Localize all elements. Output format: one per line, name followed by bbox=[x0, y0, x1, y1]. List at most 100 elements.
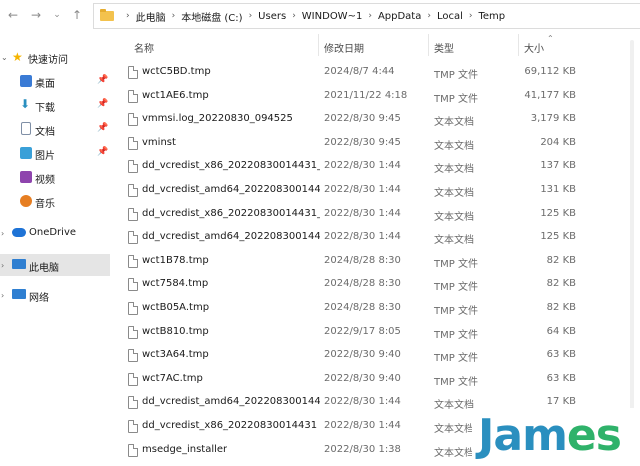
video-icon bbox=[20, 171, 32, 183]
file-name: dd_vcredist_amd64_20220830014437... bbox=[142, 231, 320, 243]
file-date: 2022/8/30 9:40 bbox=[324, 372, 401, 384]
table-row[interactable]: wct7584.tmp 2024/8/28 8:30 TMP 文件 82 KB bbox=[118, 273, 588, 297]
sidebar-item-videos[interactable]: 视频 bbox=[0, 166, 110, 188]
sidebar-item-quick-access[interactable]: ⌄ ★ 快速访问 bbox=[0, 46, 110, 68]
file-date: 2022/9/17 8:05 bbox=[324, 325, 401, 337]
column-header-name[interactable]: 名称 bbox=[134, 40, 154, 55]
vertical-scrollbar[interactable] bbox=[630, 40, 634, 420]
table-row[interactable]: wctC5BD.tmp 2024/8/7 4:44 TMP 文件 69,112 … bbox=[118, 61, 588, 85]
chevron-right-icon[interactable]: › bbox=[172, 11, 176, 21]
file-name: wctB810.tmp bbox=[142, 325, 209, 337]
chevron-right-icon[interactable]: › bbox=[126, 11, 130, 21]
file-date: 2022/8/30 1:44 bbox=[324, 184, 401, 195]
chevron-right-icon[interactable]: › bbox=[368, 11, 372, 21]
file-icon bbox=[128, 113, 138, 127]
document-icon bbox=[21, 122, 31, 135]
sidebar-item-downloads[interactable]: ⬇ 下载 📌 bbox=[0, 94, 110, 116]
chevron-right-icon[interactable]: › bbox=[1, 291, 4, 300]
file-date: 2024/8/28 8:30 bbox=[324, 254, 401, 266]
chevron-right-icon[interactable]: › bbox=[427, 11, 431, 21]
table-row[interactable]: wctB05A.tmp 2024/8/28 8:30 TMP 文件 82 KB bbox=[118, 297, 588, 321]
file-name: wct1AE6.tmp bbox=[142, 89, 209, 101]
file-date: 2022/8/30 1:44 bbox=[324, 231, 401, 243]
file-name: msedge_installer bbox=[142, 443, 228, 455]
column-divider[interactable] bbox=[428, 34, 429, 56]
breadcrumb-item[interactable]: Users bbox=[258, 11, 286, 22]
table-row[interactable]: wct1B78.tmp 2024/8/28 8:30 TMP 文件 82 KB bbox=[118, 250, 588, 274]
file-type: TMP 文件 bbox=[434, 306, 478, 317]
breadcrumb-item[interactable]: AppData bbox=[378, 11, 421, 22]
table-row[interactable]: vminst 2022/8/30 9:45 文本文档 204 KB bbox=[118, 132, 588, 156]
column-divider[interactable] bbox=[518, 34, 519, 56]
file-size: 131 KB bbox=[540, 184, 576, 195]
chevron-right-icon[interactable]: › bbox=[1, 229, 4, 238]
file-name: vmmsi.log_20220830_094525 bbox=[142, 113, 293, 125]
file-date: 2021/11/22 4:18 bbox=[324, 89, 408, 101]
chevron-right-icon[interactable]: › bbox=[1, 261, 4, 270]
table-row[interactable]: dd_vcredist_amd64_20220830014437... 2022… bbox=[118, 179, 588, 203]
table-row[interactable]: wct3A64.tmp 2022/8/30 9:40 TMP 文件 63 KB bbox=[118, 344, 588, 368]
chevron-right-icon[interactable]: › bbox=[292, 11, 296, 21]
chevron-right-icon[interactable]: › bbox=[469, 11, 473, 21]
file-name: wct7AC.tmp bbox=[142, 372, 203, 384]
file-icon bbox=[128, 184, 138, 197]
file-date: 2024/8/28 8:30 bbox=[324, 278, 401, 290]
file-type: TMP 文件 bbox=[434, 353, 478, 365]
chevron-right-icon[interactable]: › bbox=[249, 11, 253, 21]
file-size: 204 KB bbox=[540, 136, 576, 148]
breadcrumb-item[interactable]: WINDOW~1 bbox=[302, 11, 363, 22]
recent-chevron-icon[interactable]: ⌄ bbox=[50, 8, 64, 22]
table-row[interactable]: vmmsi.log_20220830_094525 2022/8/30 9:45… bbox=[118, 108, 588, 132]
breadcrumb-item[interactable]: 本地磁盘 (C:) bbox=[181, 9, 242, 24]
file-type: 文本文档 bbox=[434, 400, 474, 412]
breadcrumb-item[interactable]: Local bbox=[437, 11, 463, 22]
file-size: 82 KB bbox=[546, 278, 576, 290]
column-divider[interactable] bbox=[318, 34, 319, 56]
sidebar-item-label: OneDrive bbox=[29, 227, 77, 238]
file-icon bbox=[128, 349, 138, 363]
file-icon bbox=[128, 66, 138, 79]
pin-icon: 📌 bbox=[97, 147, 109, 157]
breadcrumb-item[interactable]: 此电脑 bbox=[136, 9, 166, 24]
sidebar-item-documents[interactable]: 文档 📌 bbox=[0, 118, 110, 140]
file-type: TMP 文件 bbox=[434, 376, 478, 388]
star-icon: ★ bbox=[12, 50, 23, 64]
file-size: 63 KB bbox=[546, 349, 576, 361]
sidebar-item-network[interactable]: › 网络 bbox=[0, 284, 110, 306]
table-row[interactable]: wctB810.tmp 2022/9/17 8:05 TMP 文件 64 KB bbox=[118, 321, 588, 345]
column-header-type[interactable]: 类型 bbox=[434, 40, 454, 55]
file-size: 82 KB bbox=[546, 302, 576, 313]
file-type: 文本文档 bbox=[434, 424, 474, 435]
music-icon bbox=[20, 195, 32, 207]
file-type: TMP 文件 bbox=[434, 258, 478, 270]
table-row[interactable]: dd_vcredist_x86_20220830014431_00... 202… bbox=[118, 203, 588, 227]
sidebar-item-onedrive[interactable]: › OneDrive bbox=[0, 222, 110, 244]
file-size: 82 KB bbox=[546, 254, 576, 266]
table-row[interactable]: dd_vcredist_x86_20220830014431_00... 202… bbox=[118, 155, 588, 179]
table-row[interactable]: dd_vcredist_amd64_20220830014437... 2022… bbox=[118, 226, 588, 250]
sidebar-item-label: 视频 bbox=[35, 175, 55, 186]
sidebar-item-label: 此电脑 bbox=[29, 263, 59, 274]
breadcrumb-item[interactable]: Temp bbox=[479, 11, 506, 22]
back-arrow-icon[interactable]: ← bbox=[6, 8, 20, 22]
file-type: 文本文档 bbox=[434, 188, 474, 199]
table-row[interactable]: wct7AC.tmp 2022/8/30 9:40 TMP 文件 63 KB bbox=[118, 368, 588, 392]
column-header-date[interactable]: 修改日期 bbox=[324, 40, 364, 55]
file-type: 文本文档 bbox=[434, 164, 474, 176]
up-arrow-icon[interactable]: ↑ bbox=[70, 8, 84, 22]
sidebar-item-pictures[interactable]: 图片 📌 bbox=[0, 142, 110, 164]
sidebar-item-music[interactable]: 音乐 bbox=[0, 190, 110, 212]
table-row[interactable]: wct1AE6.tmp 2021/11/22 4:18 TMP 文件 41,17… bbox=[118, 85, 588, 109]
file-name: vminst bbox=[142, 136, 176, 148]
sidebar-item-desktop[interactable]: 桌面 📌 bbox=[0, 70, 110, 92]
address-bar[interactable]: › 此电脑 › 本地磁盘 (C:) › Users › WINDOW~1 › A… bbox=[93, 3, 640, 29]
forward-arrow-icon[interactable]: → bbox=[29, 8, 43, 22]
file-icon bbox=[128, 89, 138, 103]
sidebar-item-this-pc[interactable]: › 此电脑 bbox=[0, 254, 110, 276]
file-icon bbox=[128, 254, 138, 268]
file-icon bbox=[128, 396, 138, 410]
pin-icon: 📌 bbox=[97, 123, 109, 133]
column-header-size[interactable]: 大小 bbox=[524, 40, 544, 55]
chevron-down-icon[interactable]: ⌄ bbox=[1, 53, 8, 62]
file-icon bbox=[128, 302, 138, 315]
